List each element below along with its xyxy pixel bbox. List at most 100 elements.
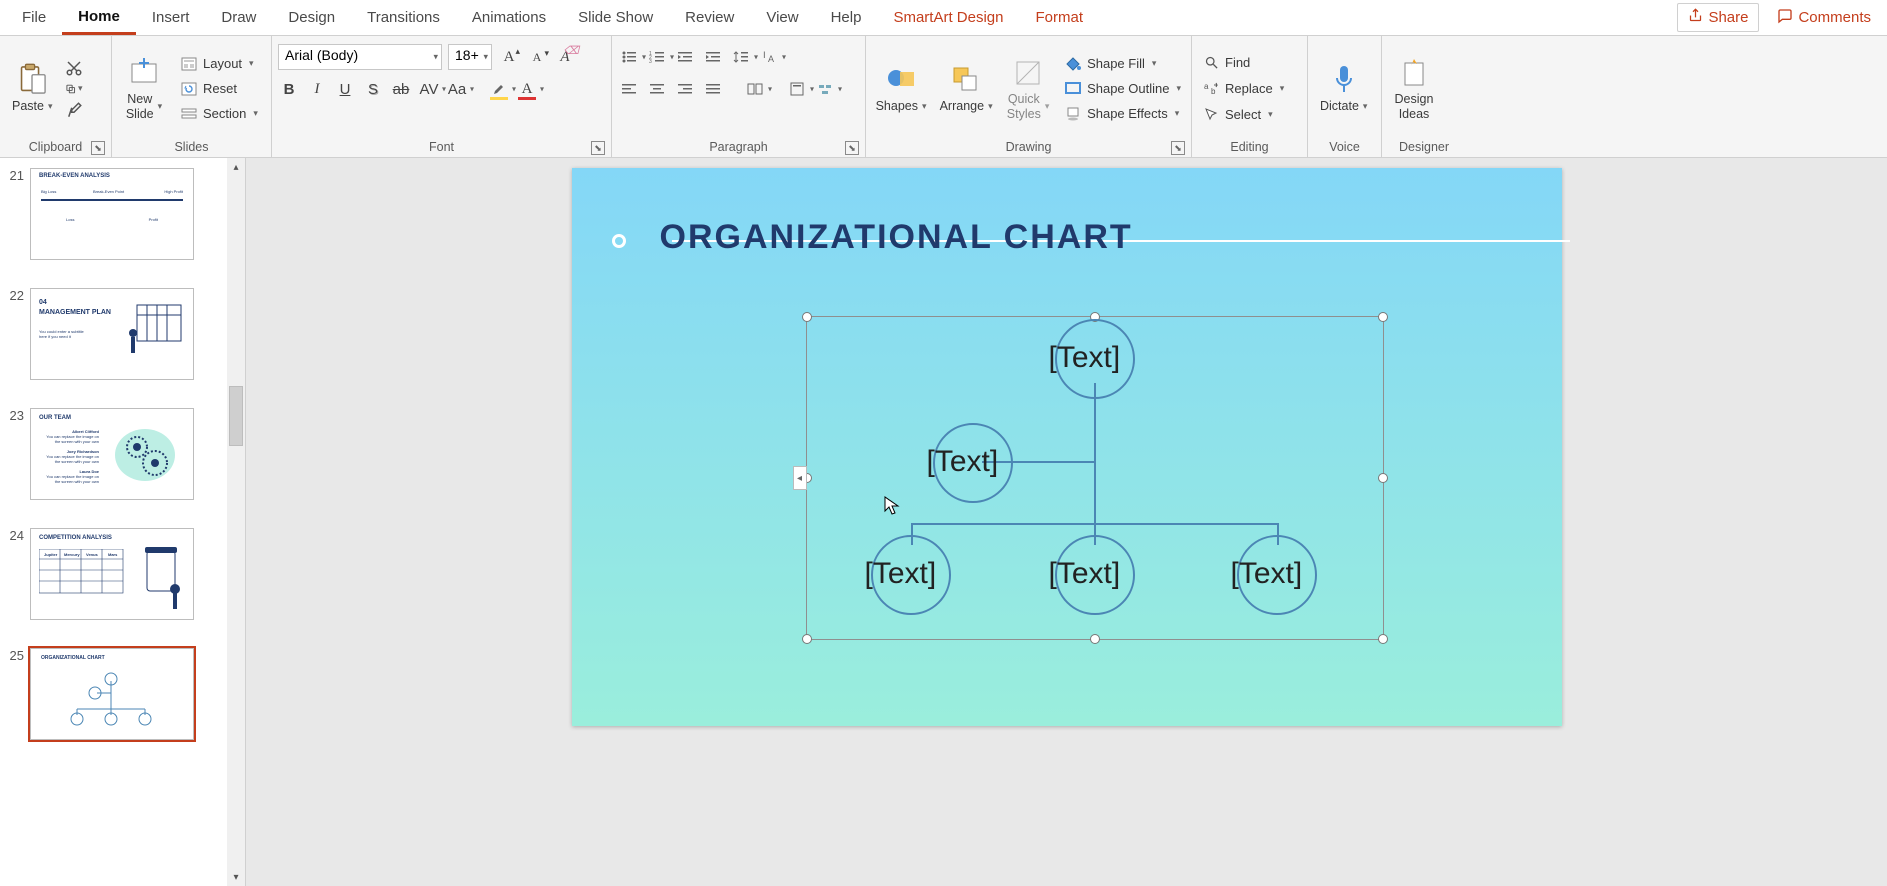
text-direction-button[interactable]: ⅠA▾ [758, 46, 780, 68]
tab-file[interactable]: File [6, 2, 62, 33]
clipboard-launcher[interactable]: ⬊ [91, 141, 105, 155]
slide-title[interactable]: ORGANIZATIONAL CHART [660, 218, 1133, 257]
highlight-button[interactable]: ▾ [488, 78, 510, 100]
font-launcher[interactable]: ⬊ [591, 141, 605, 155]
align-justify-button[interactable] [702, 78, 724, 100]
underline-button[interactable]: U [334, 78, 356, 100]
shape-outline-button[interactable]: Shape Outline▾ [1060, 78, 1185, 100]
org-node-3-text[interactable]: [Text] [865, 557, 937, 591]
bullets-button[interactable]: ▾ [618, 46, 640, 68]
shape-effects-button[interactable]: Shape Effects▾ [1060, 103, 1185, 125]
columns-button[interactable]: ▾ [744, 78, 766, 100]
line-spacing-button[interactable]: ▾ [730, 46, 752, 68]
slide-number: 21 [4, 168, 24, 183]
org-node-5-text[interactable]: [Text] [1231, 557, 1303, 591]
comments-button[interactable]: Comments [1767, 4, 1881, 32]
group-clipboard: Paste▾ ▾ Clipboard⬊ [0, 36, 112, 157]
select-button[interactable]: Select▾ [1198, 104, 1288, 126]
tab-review[interactable]: Review [669, 2, 750, 33]
font-color-button[interactable]: A▾ [516, 78, 538, 100]
shape-fill-button[interactable]: Shape Fill▾ [1060, 53, 1185, 75]
arrange-icon [949, 63, 983, 97]
copy-button[interactable]: ▾ [65, 80, 83, 98]
smartart-selection[interactable]: ◂ [Text] [Text] [Text] [Text] [Text] [806, 316, 1384, 640]
scroll-down-button[interactable]: ▾ [227, 868, 245, 886]
section-button[interactable]: Section▾ [176, 103, 262, 125]
shadow-button[interactable]: S [362, 78, 384, 100]
reset-button[interactable]: Reset [176, 78, 262, 100]
arrange-button[interactable]: Arrange▾ [936, 59, 996, 117]
text-pane-toggle[interactable]: ◂ [793, 466, 807, 490]
scroll-up-button[interactable]: ▴ [227, 158, 245, 176]
font-name-input[interactable]: Arial (Body)▾ [278, 44, 442, 70]
grow-font-button[interactable]: A▴ [498, 46, 520, 68]
share-button[interactable]: Share [1677, 3, 1759, 32]
resize-handle-bl[interactable] [802, 634, 812, 644]
dictate-button[interactable]: Dictate▾ [1314, 59, 1373, 117]
design-ideas-button[interactable]: Design Ideas [1388, 52, 1440, 125]
replace-button[interactable]: abReplace▾ [1198, 78, 1288, 100]
resize-handle-bm[interactable] [1090, 634, 1100, 644]
align-text-button[interactable]: ▾ [786, 78, 808, 100]
tab-draw[interactable]: Draw [205, 2, 272, 33]
clear-format-button[interactable]: A⌫ [554, 46, 576, 68]
menu-bar: File Home Insert Draw Design Transitions… [0, 0, 1887, 36]
resize-handle-tl[interactable] [802, 312, 812, 322]
italic-button[interactable]: I [306, 78, 328, 100]
char-spacing-button[interactable]: AV▾ [418, 78, 440, 100]
find-button[interactable]: Find [1198, 52, 1288, 74]
tab-slideshow[interactable]: Slide Show [562, 2, 669, 33]
tab-smartart-design[interactable]: SmartArt Design [877, 2, 1019, 33]
tab-view[interactable]: View [750, 2, 814, 33]
tab-help[interactable]: Help [815, 2, 878, 33]
bold-button[interactable]: B [278, 78, 300, 100]
arrange-label: Arrange [940, 99, 984, 113]
align-right-button[interactable] [674, 78, 696, 100]
layout-button[interactable]: Layout▾ [176, 53, 262, 75]
thumbnails-scrollbar[interactable]: ▴ ▾ [227, 158, 245, 886]
paste-button[interactable]: Paste▾ [6, 59, 59, 117]
change-case-button[interactable]: Aa▾ [446, 78, 468, 100]
org-node-1-text[interactable]: [Text] [1049, 341, 1121, 375]
find-icon [1202, 54, 1220, 72]
scrollbar-thumb[interactable] [229, 386, 243, 446]
tab-design[interactable]: Design [272, 2, 351, 33]
tab-insert[interactable]: Insert [136, 2, 206, 33]
quick-styles-button[interactable]: Quick Styles▾ [1002, 52, 1054, 125]
tab-animations[interactable]: Animations [456, 2, 562, 33]
paragraph-launcher[interactable]: ⬊ [845, 141, 859, 155]
align-left-button[interactable] [618, 78, 640, 100]
section-label: Section [203, 106, 246, 121]
cut-button[interactable] [65, 59, 83, 77]
drawing-launcher[interactable]: ⬊ [1171, 141, 1185, 155]
shrink-font-button[interactable]: A▾ [526, 46, 548, 68]
resize-handle-tr[interactable] [1378, 312, 1388, 322]
new-slide-button[interactable]: New Slide▾ [118, 52, 170, 125]
align-center-button[interactable] [646, 78, 668, 100]
ribbon: Paste▾ ▾ Clipboard⬊ New Slide▾ Layout▾ R… [0, 36, 1887, 158]
slide-thumb-24[interactable]: 24 COMPETITION ANALYSIS JupiterMercuryVe… [4, 528, 245, 620]
shapes-button[interactable]: Shapes▾ [872, 59, 930, 117]
org-node-2-text[interactable]: [Text] [927, 445, 999, 479]
strike-button[interactable]: ab [390, 78, 412, 100]
org-node-4-text[interactable]: [Text] [1049, 557, 1121, 591]
group-voice: Dictate▾ Voice [1308, 36, 1382, 157]
slide-thumb-25[interactable]: 25 ORGANIZATIONAL CHART [4, 648, 245, 740]
tab-format[interactable]: Format [1020, 2, 1100, 33]
decrease-indent-button[interactable] [674, 46, 696, 68]
smartart-convert-button[interactable]: ▾ [814, 78, 836, 100]
tab-transitions[interactable]: Transitions [351, 2, 456, 33]
slide-thumb-22[interactable]: 22 04 MANAGEMENT PLAN You could enter a … [4, 288, 245, 380]
slide-thumb-23[interactable]: 23 OUR TEAM Albert CliffordYou can repla… [4, 408, 245, 500]
current-slide[interactable]: ORGANIZATIONAL CHART ◂ [572, 168, 1562, 726]
section-icon [180, 105, 198, 123]
increase-indent-button[interactable] [702, 46, 724, 68]
resize-handle-br[interactable] [1378, 634, 1388, 644]
resize-handle-mr[interactable] [1378, 473, 1388, 483]
slide-canvas[interactable]: ORGANIZATIONAL CHART ◂ [246, 158, 1887, 886]
numbering-button[interactable]: 123▾ [646, 46, 668, 68]
format-painter-button[interactable] [65, 101, 83, 119]
tab-home[interactable]: Home [62, 1, 136, 35]
slide-thumb-21[interactable]: 21 BREAK-EVEN ANALYSIS Big Loss Break-Ev… [4, 168, 245, 260]
font-size-input[interactable]: 18+▾ [448, 44, 492, 70]
